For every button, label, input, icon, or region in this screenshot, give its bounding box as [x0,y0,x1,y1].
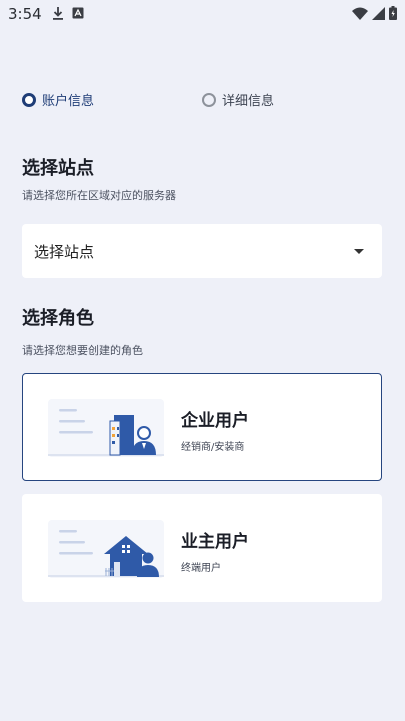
step-account-info[interactable]: 账户信息 [22,90,94,109]
role-section-title: 选择角色 [22,308,94,329]
site-section-title: 选择站点 [22,158,94,179]
status-right-icons [352,6,397,20]
site-select-dropdown[interactable]: 选择站点 [22,224,382,278]
status-bar: 3:54 [0,0,405,28]
site-section-subtitle: 请选择您所在区域对应的服务器 [22,189,176,202]
wifi-icon [352,7,368,20]
role-card-homeowner[interactable]: 业主用户 终端用户 [22,494,382,602]
step-indicator: 账户信息 详细信息 [22,90,392,114]
signal-icon [372,6,385,20]
role-card-enterprise[interactable]: 企业用户 经销商/安装商 [22,373,382,481]
step-detail-info[interactable]: 详细信息 [202,90,274,109]
step-active-radio-icon [22,92,36,107]
homeowner-illustration [48,520,164,578]
a-box-icon [72,7,84,19]
step-label: 详细信息 [222,94,275,109]
role-description: 终端用户 [181,563,221,574]
enterprise-user-illustration [48,399,164,457]
battery-icon [389,6,397,20]
step-inactive-radio-icon [202,92,216,107]
role-title: 企业用户 [181,411,249,431]
site-select-value: 选择站点 [34,242,95,261]
role-section-subtitle: 请选择您想要创建的角色 [22,344,143,357]
status-left-icons [52,6,84,20]
status-time: 3:54 [8,5,42,23]
download-icon [53,7,63,20]
role-title: 业主用户 [181,532,249,552]
step-label: 账户信息 [42,94,95,109]
role-description: 经销商/安装商 [181,442,245,453]
dropdown-arrow-icon [354,248,364,254]
